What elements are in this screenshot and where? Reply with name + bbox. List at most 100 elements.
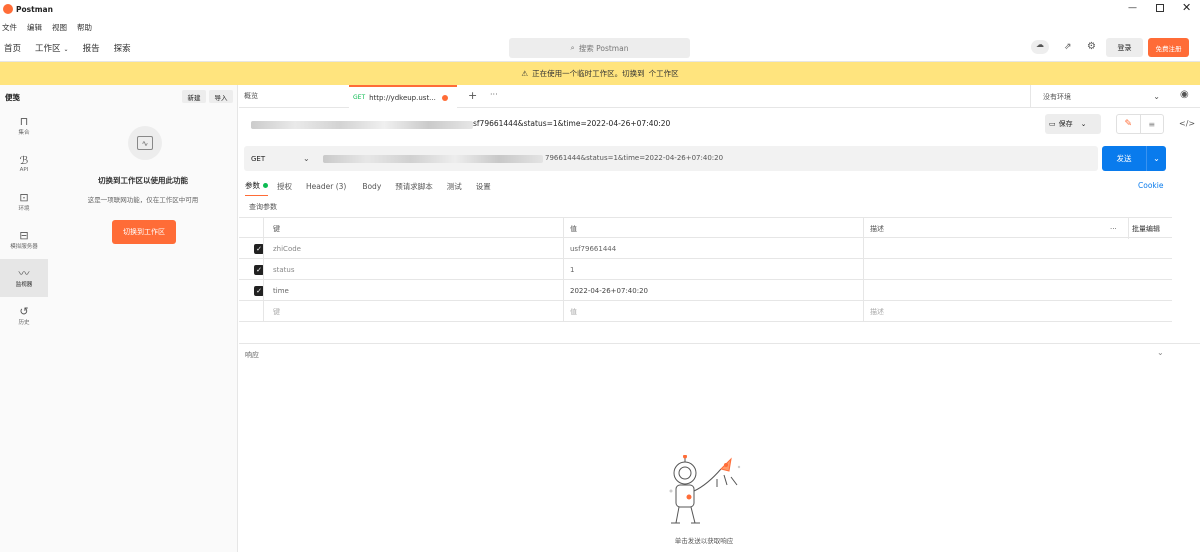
code-icon[interactable]: </> — [1179, 119, 1195, 128]
menu-view[interactable]: 视图 — [52, 22, 67, 33]
menu-file[interactable]: 文件 — [2, 22, 17, 33]
tab-body[interactable]: Body — [362, 182, 381, 195]
tab-settings[interactable]: 设置 — [476, 181, 491, 196]
tab-headers[interactable]: Header (3) — [306, 182, 346, 195]
chevron-down-icon: ⌄ — [303, 154, 310, 163]
url-redacted — [323, 155, 543, 163]
postman-logo-icon — [3, 4, 13, 14]
response-divider — [239, 343, 1200, 344]
minimize-icon[interactable]: — — [1128, 3, 1137, 13]
monitor-icon: 〰 — [18, 267, 30, 280]
environment-select[interactable]: 没有环境 ⌄ — [1030, 85, 1166, 108]
document-icon[interactable]: ≡ — [1141, 115, 1164, 133]
collection-icon: ⊓ — [19, 115, 29, 128]
nav-reports[interactable]: 报告 — [83, 42, 100, 54]
tab-name: http://ydkeup.ust... — [369, 93, 436, 102]
response-label: 响应 — [245, 351, 259, 359]
view-toggle: ✎ ≡ — [1116, 114, 1164, 134]
close-icon[interactable]: ✕ — [1182, 1, 1191, 14]
url-input[interactable]: 79661444&status=1&time=2022-04-26+07:40:… — [319, 146, 1089, 171]
chevron-down-icon[interactable]: ⌄ — [1146, 146, 1166, 171]
maximize-icon[interactable] — [1156, 4, 1164, 12]
sidebar: 便笺 新建 导入 ⊓ 集合 ℬ API ⊡ 环境 ⊟ 模拟服务器 〰监视器 ↺ 历史 ∿ … — [0, 85, 238, 552]
tab-method: GET — [353, 94, 366, 101]
response-empty-text: 单击发送以获取响应 — [674, 537, 734, 545]
sidebar-item-environments[interactable]: ⊡ 环境 — [0, 183, 48, 221]
param-key[interactable]: time — [273, 280, 289, 301]
save-button[interactable]: ▭ 保存 ⌄ — [1045, 114, 1101, 134]
value-placeholder[interactable]: 值 — [570, 301, 577, 322]
menu-help[interactable]: 帮助 — [77, 22, 92, 33]
tab-tests[interactable]: 测试 — [447, 181, 462, 196]
sidebar-item-collections[interactable]: ⊓ 集合 — [0, 107, 48, 145]
switch-workspace-button[interactable]: 切换到工作区 — [112, 220, 176, 244]
column-header-key: 键 — [273, 224, 280, 233]
save-icon: ▭ — [1049, 120, 1056, 128]
table-header-row: 键 值 描述 ··· 批量编辑 — [239, 217, 1172, 239]
chevron-down-icon: ⌄ — [63, 46, 69, 53]
param-value[interactable]: 2022-04-26+07:40:20 — [570, 280, 648, 301]
sidebar-item-api[interactable]: ℬ API — [0, 145, 48, 183]
eye-icon[interactable]: ◉ — [1180, 89, 1189, 100]
url-text: 79661444&status=1&time=2022-04-26+07:40:… — [545, 154, 724, 162]
tab-overview[interactable]: 概览 — [244, 85, 346, 107]
temp-workspace-banner: ⚠ 正在使用一个临时工作区。切换到 个工作区 — [0, 62, 1200, 85]
nav-explore[interactable]: 探索 — [114, 42, 131, 54]
request-subtabs: 参数 授权 Header (3) Body 预请求脚本 测试 设置 — [245, 180, 491, 196]
import-button[interactable]: 导入 — [209, 90, 233, 103]
cloud-icon[interactable]: ☁ — [1031, 40, 1049, 54]
tab-authorization[interactable]: 授权 — [277, 181, 292, 196]
param-value[interactable]: 1 — [570, 259, 574, 280]
search-placeholder: 搜索 Postman — [578, 43, 629, 53]
request-title-redacted — [251, 121, 473, 129]
search-input[interactable]: ⌕ 搜索 Postman — [509, 38, 690, 58]
description-placeholder[interactable]: 描述 — [870, 301, 884, 322]
menu-edit[interactable]: 编辑 — [27, 22, 42, 33]
params-active-dot-icon — [263, 183, 268, 188]
bulk-edit-link[interactable]: 批量编辑 — [1132, 218, 1160, 239]
edit-icon[interactable]: ✎ — [1117, 115, 1141, 133]
more-options-icon[interactable]: ··· — [1110, 218, 1117, 239]
chevron-down-icon: ⌄ — [1080, 120, 1087, 128]
key-placeholder[interactable]: 键 — [273, 301, 280, 322]
method-select[interactable]: GET ⌄ — [251, 146, 311, 171]
search-icon: ⌕ — [570, 43, 575, 52]
table-row-placeholder: 键 值 描述 — [239, 301, 1172, 322]
sidebar-item-history[interactable]: ↺ 历史 — [0, 297, 48, 335]
history-icon: ↺ — [19, 305, 29, 318]
add-tab-icon[interactable]: + — [468, 89, 477, 102]
sidebar-item-monitors[interactable]: 〰监视器 — [0, 259, 48, 297]
empty-state-icon: ∿ — [128, 126, 162, 160]
nav-workspace[interactable]: 工作区 ⌄ — [35, 42, 69, 54]
query-params-label: 查询参数 — [249, 203, 277, 211]
astronaut-illustration — [669, 455, 741, 524]
register-button[interactable]: 免费注册 — [1148, 38, 1189, 57]
param-value[interactable]: usf79661444 — [570, 238, 616, 259]
mock-server-icon: ⊟ — [19, 229, 29, 242]
gear-icon[interactable]: ⚙ — [1087, 41, 1096, 52]
column-header-description: 描述 — [870, 224, 884, 233]
table-row: ✓ zhiCode usf79661444 — [239, 238, 1172, 259]
banner-text: 正在使用一个临时工作区。切换到 — [532, 69, 645, 78]
param-key[interactable]: status — [273, 259, 295, 280]
satellite-icon[interactable]: ⇗ — [1064, 42, 1072, 52]
monitor-chart-icon: ∿ — [137, 136, 153, 150]
tab-params[interactable]: 参数 — [245, 180, 268, 196]
cookie-link[interactable]: Cookie — [1138, 181, 1163, 190]
more-tabs-icon[interactable]: ··· — [490, 90, 498, 99]
chevron-down-icon[interactable]: ⌄ — [1157, 348, 1164, 357]
tab-pre-request-script[interactable]: 预请求脚本 — [395, 181, 433, 196]
login-button[interactable]: 登录 — [1106, 38, 1143, 57]
tab-active-request[interactable]: GET http://ydkeup.ust... — [349, 85, 457, 108]
param-key[interactable]: zhiCode — [273, 238, 301, 259]
send-button[interactable]: 发送 ⌄ — [1102, 146, 1166, 171]
empty-state-description: 这是一项联网功能，仅在工作区中可用 — [87, 196, 199, 204]
request-title: sf79661444&status=1&time=2022-04-26+07:4… — [473, 119, 671, 128]
new-button[interactable]: 新建 — [182, 90, 206, 103]
window-title: Postman — [16, 5, 53, 14]
sidebar-item-mock-servers[interactable]: ⊟ 模拟服务器 — [0, 221, 48, 259]
sidebar-title: 便笺 — [5, 93, 20, 102]
column-header-value: 值 — [570, 224, 577, 233]
nav-home[interactable]: 首页 — [4, 42, 21, 54]
banner-link[interactable]: 个工作区 — [649, 68, 679, 79]
